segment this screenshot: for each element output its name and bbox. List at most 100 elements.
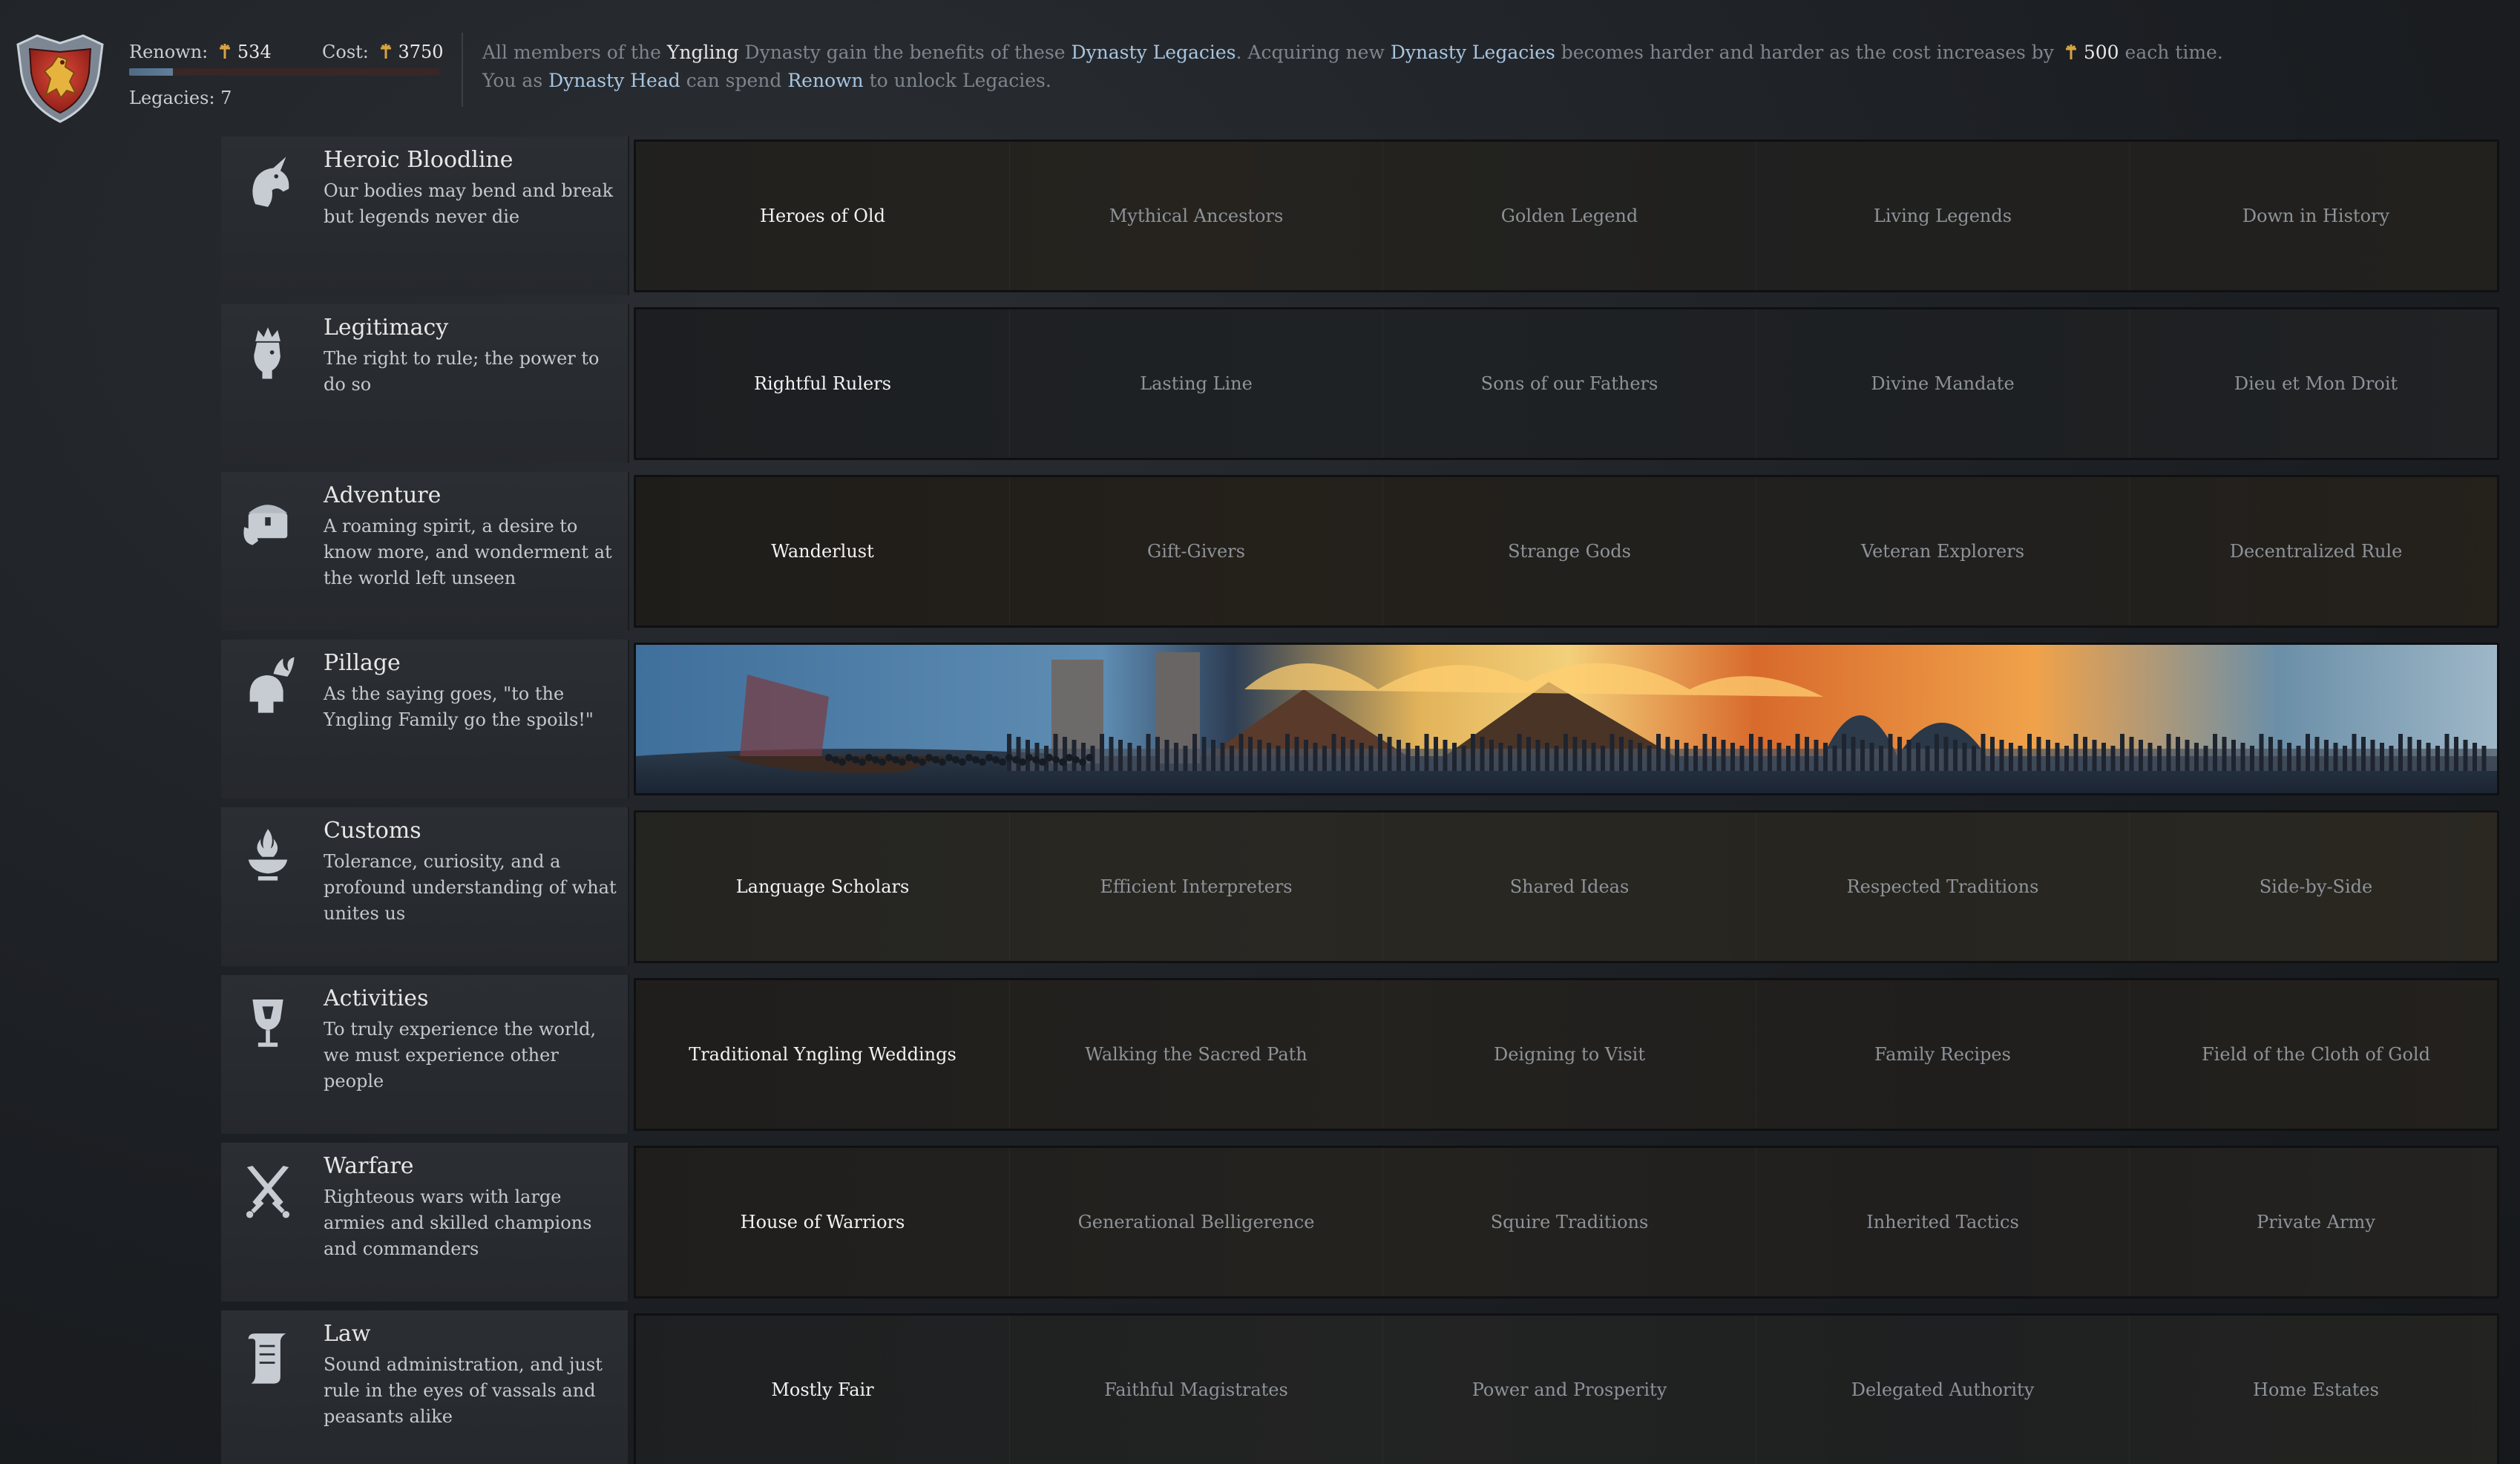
- legacy-track-title: Legitimacy: [324, 315, 449, 341]
- legacy-track-header[interactable]: Customs Tolerance, curiosity, and a profo…: [221, 807, 629, 966]
- legacy-tier-5[interactable]: Home Estates: [2129, 1316, 2497, 1464]
- legacy-track-header[interactable]: Adventure A roaming spirit, a desire to k…: [221, 472, 629, 631]
- renown-stat[interactable]: Renown: 534: [129, 42, 272, 62]
- renown-label: Renown:: [129, 42, 209, 62]
- legacy-tier-1[interactable]: Language Scholars: [636, 813, 1009, 961]
- legacy-tier-strip[interactable]: Rightful Rulers Lasting Line Sons of our F…: [634, 307, 2499, 460]
- legacy-tier-1[interactable]: Wanderlust: [636, 477, 1009, 626]
- legacy-track-description: To truly experience the world, we must e…: [324, 1019, 597, 1092]
- legacy-track-header[interactable]: Warfare Righteous wars with large armies …: [221, 1143, 629, 1301]
- legacy-track-title: Activities: [324, 985, 429, 1011]
- legacy-track-activities: Activities To truly experience the world,…: [221, 975, 2499, 1134]
- legacy-tier-1[interactable]: House of Warriors: [636, 1148, 1009, 1296]
- header-divider: [462, 33, 463, 107]
- legacy-tier-3[interactable]: Golden Legend: [1382, 142, 1756, 290]
- legacy-track-legitimacy: Legitimacy The right to rule; the power t…: [221, 304, 2499, 463]
- legacy-tier-strip[interactable]: Traditional Yngling Weddings Walking the …: [634, 978, 2499, 1131]
- legacy-tier-strip[interactable]: Wanderlust Gift-Givers Strange Gods Veteran…: [634, 475, 2499, 628]
- cost-label: Cost:: [322, 42, 369, 62]
- legacy-tier-5[interactable]: Field of the Cloth of Gold: [2129, 980, 2497, 1129]
- legacy-track-title: Adventure: [324, 482, 442, 508]
- renown-progress-bar: [129, 68, 439, 76]
- legacy-track-header[interactable]: Pillage As the saying goes, "to the Yngli…: [221, 640, 629, 798]
- legacy-track-header[interactable]: Legitimacy The right to rule; the power t…: [221, 304, 629, 463]
- legacy-tier-2[interactable]: Walking the Sacred Path: [1009, 980, 1382, 1129]
- legacy-tier-4[interactable]: Inherited Tactics: [1756, 1148, 2129, 1296]
- legacy-track-title: Law: [324, 1321, 371, 1347]
- info-text: Dynasty gain the benefits of these: [738, 42, 1072, 63]
- info-line-1: All members of the Yngling Dynasty gain …: [482, 39, 2300, 67]
- legacy-track-header[interactable]: Activities To truly experience the world,…: [221, 975, 629, 1134]
- legacy-track-header[interactable]: Law Sound administration, and just rule i…: [221, 1310, 629, 1464]
- info-text: . Acquiring new: [1236, 42, 1391, 63]
- legacy-tier-2[interactable]: Efficient Interpreters: [1009, 813, 1382, 961]
- legacies-header: Renown: 534 Cost: 3750 Legacies: 7 All m…: [0, 0, 2520, 130]
- legacy-tier-3[interactable]: Sons of our Fathers: [1382, 309, 1756, 458]
- renown-progress-fill: [129, 68, 173, 76]
- renown-icon: [2065, 45, 2076, 59]
- cost-stat: Cost: 3750: [322, 42, 444, 62]
- legacy-tier-3[interactable]: Squire Traditions: [1382, 1148, 1756, 1296]
- legacy-tier-3[interactable]: Strange Gods: [1382, 477, 1756, 626]
- legacy-track-description: Our bodies may bend and break but legend…: [324, 180, 614, 227]
- legacy-tier-strip[interactable]: House of Warriors Generational Belligeren…: [634, 1146, 2499, 1299]
- unlocked-legacy-banner[interactable]: [634, 643, 2499, 795]
- info-text: can spend: [680, 70, 788, 91]
- legacy-tier-strip[interactable]: Heroes of Old Mythical Ancestors Golden Le…: [634, 139, 2499, 292]
- legacy-tier-5[interactable]: Private Army: [2129, 1148, 2497, 1296]
- legacy-tier-strip[interactable]: Mostly Fair Faithful Magistrates Power and…: [634, 1313, 2499, 1464]
- legacy-tier-4[interactable]: Delegated Authority: [1756, 1316, 2129, 1464]
- legacy-tier-5[interactable]: Side-by-Side: [2129, 813, 2497, 961]
- legacy-tier-4[interactable]: Divine Mandate: [1756, 309, 2129, 458]
- dynasty-legacies-screen: Renown: 534 Cost: 3750 Legacies: 7 All m…: [0, 0, 2520, 1464]
- legacy-track-header[interactable]: Heroic Bloodline Our bodies may bend and …: [221, 137, 629, 295]
- legacy-tier-5[interactable]: Dieu et Mon Droit: [2129, 309, 2497, 458]
- legacy-tier-4[interactable]: Respected Traditions: [1756, 813, 2129, 961]
- legacy-tier-strip[interactable]: Language Scholars Efficient Interpreters S…: [634, 810, 2499, 963]
- legacy-tier-2[interactable]: Lasting Line: [1009, 309, 1382, 458]
- scroll-icon: [248, 1333, 286, 1384]
- legacy-tier-5[interactable]: Down in History: [2129, 142, 2497, 290]
- legacy-track-description: A roaming spirit, a desire to know more,…: [324, 516, 612, 588]
- cost-increase-value: 500: [2083, 42, 2119, 63]
- legacy-track-adventure: Adventure A roaming spirit, a desire to k…: [221, 472, 2499, 631]
- legacy-track-title: Customs: [324, 818, 421, 844]
- legacy-track-warfare: Warfare Righteous wars with large armies …: [221, 1143, 2499, 1301]
- renown-link[interactable]: Renown: [787, 70, 863, 91]
- legacies-count: Legacies: 7: [129, 88, 232, 108]
- legacy-tier-1[interactable]: Mostly Fair: [636, 1316, 1009, 1464]
- renown-value: 534: [237, 42, 272, 62]
- legacy-tier-1[interactable]: Traditional Yngling Weddings: [636, 980, 1009, 1129]
- legacy-track-customs: Customs Tolerance, curiosity, and a profo…: [221, 807, 2499, 966]
- dynasty-name-link[interactable]: Yngling: [667, 42, 739, 63]
- dynasty-head-link[interactable]: Dynasty Head: [548, 70, 680, 91]
- legacy-track-title: Pillage: [324, 650, 401, 676]
- dynasty-legacies-link[interactable]: Dynasty Legacies: [1391, 42, 1555, 63]
- legacy-tier-2[interactable]: Mythical Ancestors: [1009, 142, 1382, 290]
- legacy-tier-5[interactable]: Decentralized Rule: [2129, 477, 2497, 626]
- legacy-track-heroic-bloodline: Heroic Bloodline Our bodies may bend and …: [221, 137, 2499, 295]
- dynasty-legacies-link[interactable]: Dynasty Legacies: [1071, 42, 1236, 63]
- legacy-tier-2[interactable]: Faithful Magistrates: [1009, 1316, 1382, 1464]
- legacy-tier-3[interactable]: Deigning to Visit: [1382, 980, 1756, 1129]
- legacy-tier-2[interactable]: Generational Belligerence: [1009, 1148, 1382, 1296]
- legacy-tier-2[interactable]: Gift-Givers: [1009, 477, 1382, 626]
- legacy-track-description: Tolerance, curiosity, and a profound und…: [324, 851, 617, 924]
- legacy-tier-3[interactable]: Power and Prosperity: [1382, 1316, 1756, 1464]
- dynasty-crest-icon[interactable]: [7, 30, 113, 126]
- legacy-tier-4[interactable]: Family Recipes: [1756, 980, 2129, 1129]
- legacy-tier-4[interactable]: Veteran Explorers: [1756, 477, 2129, 626]
- crossed-swords-icon: [246, 1166, 290, 1218]
- cost-value: 3750: [398, 42, 444, 62]
- fire-helmet-icon: [249, 657, 295, 713]
- crowned-head-icon: [254, 327, 280, 379]
- renown-icon: [219, 44, 230, 59]
- legacy-tier-1[interactable]: Rightful Rulers: [636, 309, 1009, 458]
- legacy-tier-1[interactable]: Heroes of Old: [636, 142, 1009, 290]
- legacy-tier-3[interactable]: Shared Ideas: [1382, 813, 1756, 961]
- pillage-artwork-image: [636, 645, 2497, 793]
- info-text: You as: [482, 70, 549, 91]
- legacy-track-description: As the saying goes, "to the Yngling Fami…: [324, 683, 594, 730]
- flame-bowl-icon: [248, 829, 288, 881]
- legacy-tier-4[interactable]: Living Legends: [1756, 142, 2129, 290]
